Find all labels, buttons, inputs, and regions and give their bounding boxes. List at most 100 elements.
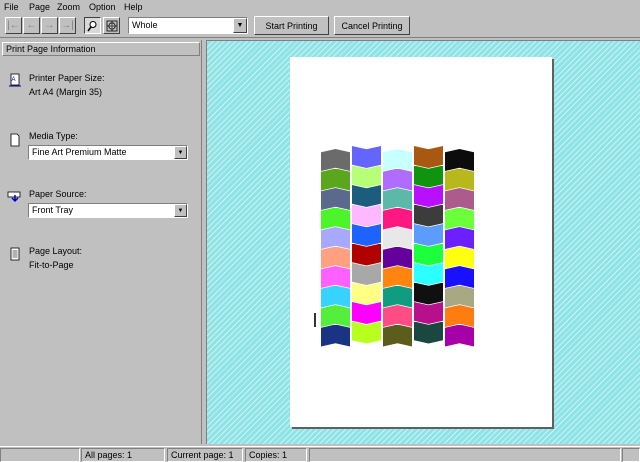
color-patch [352,282,381,305]
color-patch [414,243,443,266]
color-patch [352,165,381,188]
zoom-in-button[interactable] [84,17,101,34]
media-type-label: Media Type: [29,131,78,141]
zoom-mode-select[interactable]: Whole ▼ [128,17,248,34]
color-patch [321,266,350,288]
color-patch [321,207,350,230]
color-patch [414,302,443,324]
panel-title: Print Page Information [2,42,200,56]
color-patch [383,149,412,171]
media-type-select[interactable]: Fine Art Premium Matte ▼ [28,145,188,160]
next-page-icon: → [44,20,55,31]
color-patch [352,224,381,246]
last-page-icon: →| [61,20,74,31]
color-patch [383,188,412,210]
color-patch [445,305,474,327]
first-page-button[interactable]: |← [5,17,22,34]
toolbar: |← ← → →| Whole ▼ Start Printing Cancel … [0,14,640,38]
color-patch [383,285,412,308]
color-patch [445,246,474,269]
previous-page-button[interactable]: ← [23,17,40,34]
color-patch [352,243,381,266]
paper-size-label: Printer Paper Size: [29,73,105,83]
color-patch [414,204,443,227]
paper-source-value: Front Tray [32,205,74,215]
paper-source-icon [7,191,21,203]
status-message [309,448,621,462]
color-patch [383,227,412,249]
color-patch [352,185,381,207]
color-patch [445,149,474,171]
color-patch [383,324,412,347]
paper-size-icon: A [9,73,21,87]
last-page-button[interactable]: →| [59,17,76,34]
color-patch [414,321,443,344]
status-empty-cell [0,448,80,462]
menu-option[interactable]: Option [89,1,116,13]
previous-page-icon: ← [26,20,37,31]
color-patch [445,266,474,288]
color-patch [321,285,350,308]
color-patch [321,246,350,269]
color-patch [445,324,474,347]
color-patch [352,321,381,344]
first-page-icon: |← [7,20,20,31]
color-patch [352,146,381,168]
color-patch [445,168,474,191]
paper-source-select[interactable]: Front Tray ▼ [28,203,188,218]
status-all-pages: All pages: 1 [81,448,165,462]
color-patch [445,188,474,210]
media-type-icon [10,133,20,147]
color-patch [383,207,412,230]
menu-bar: File Page Zoom Option Help [0,0,640,14]
media-type-value: Fine Art Premium Matte [32,147,127,157]
page-layout-value: Fit-to-Page [29,260,74,270]
page-grid-icon [106,20,117,31]
color-patch [352,302,381,324]
color-patch [321,305,350,327]
status-bar: All pages: 1 Current page: 1 Copies: 1 [0,446,640,462]
menu-page[interactable]: Page [29,1,50,13]
color-patch [414,185,443,207]
start-printing-button[interactable]: Start Printing [254,16,329,35]
page-layout-label: Page Layout: [29,246,83,256]
color-patch [383,266,412,288]
color-patch [321,227,350,249]
color-patch [321,188,350,210]
menu-help[interactable]: Help [124,1,143,13]
color-patch [414,282,443,305]
color-patch [352,204,381,227]
cancel-printing-button[interactable]: Cancel Printing [334,16,410,35]
color-patch [445,227,474,249]
color-patch [445,285,474,308]
color-patch [321,149,350,171]
color-patch [383,246,412,269]
color-patch [414,224,443,246]
print-preview-area[interactable] [206,40,640,444]
color-patch [383,168,412,191]
dropdown-arrow-icon[interactable]: ▼ [174,204,187,217]
dropdown-arrow-icon[interactable]: ▼ [174,146,187,159]
resize-grip-icon[interactable] [622,448,640,462]
print-info-panel: Print Page Information A Printer Paper S… [0,40,202,444]
color-patch [321,168,350,191]
color-patch [414,165,443,188]
dropdown-arrow-icon[interactable]: ▼ [233,18,247,33]
svg-text:A: A [12,77,16,83]
next-page-button[interactable]: → [41,17,58,34]
color-patch [352,263,381,285]
color-patch [445,207,474,230]
zoom-mode-value: Whole [132,20,158,30]
color-patch [321,324,350,347]
menu-file[interactable]: File [4,1,19,13]
paper-size-value: Art A4 (Margin 35) [29,87,103,97]
page-layout-icon [10,247,20,261]
zoom-whole-button[interactable] [103,17,120,34]
page-side-mark [314,313,316,327]
menu-zoom[interactable]: Zoom [57,1,80,13]
status-copies: Copies: 1 [245,448,307,462]
paper-source-label: Paper Source: [29,189,87,199]
status-current-page: Current page: 1 [167,448,243,462]
preview-page [290,57,552,427]
color-patch [414,146,443,168]
